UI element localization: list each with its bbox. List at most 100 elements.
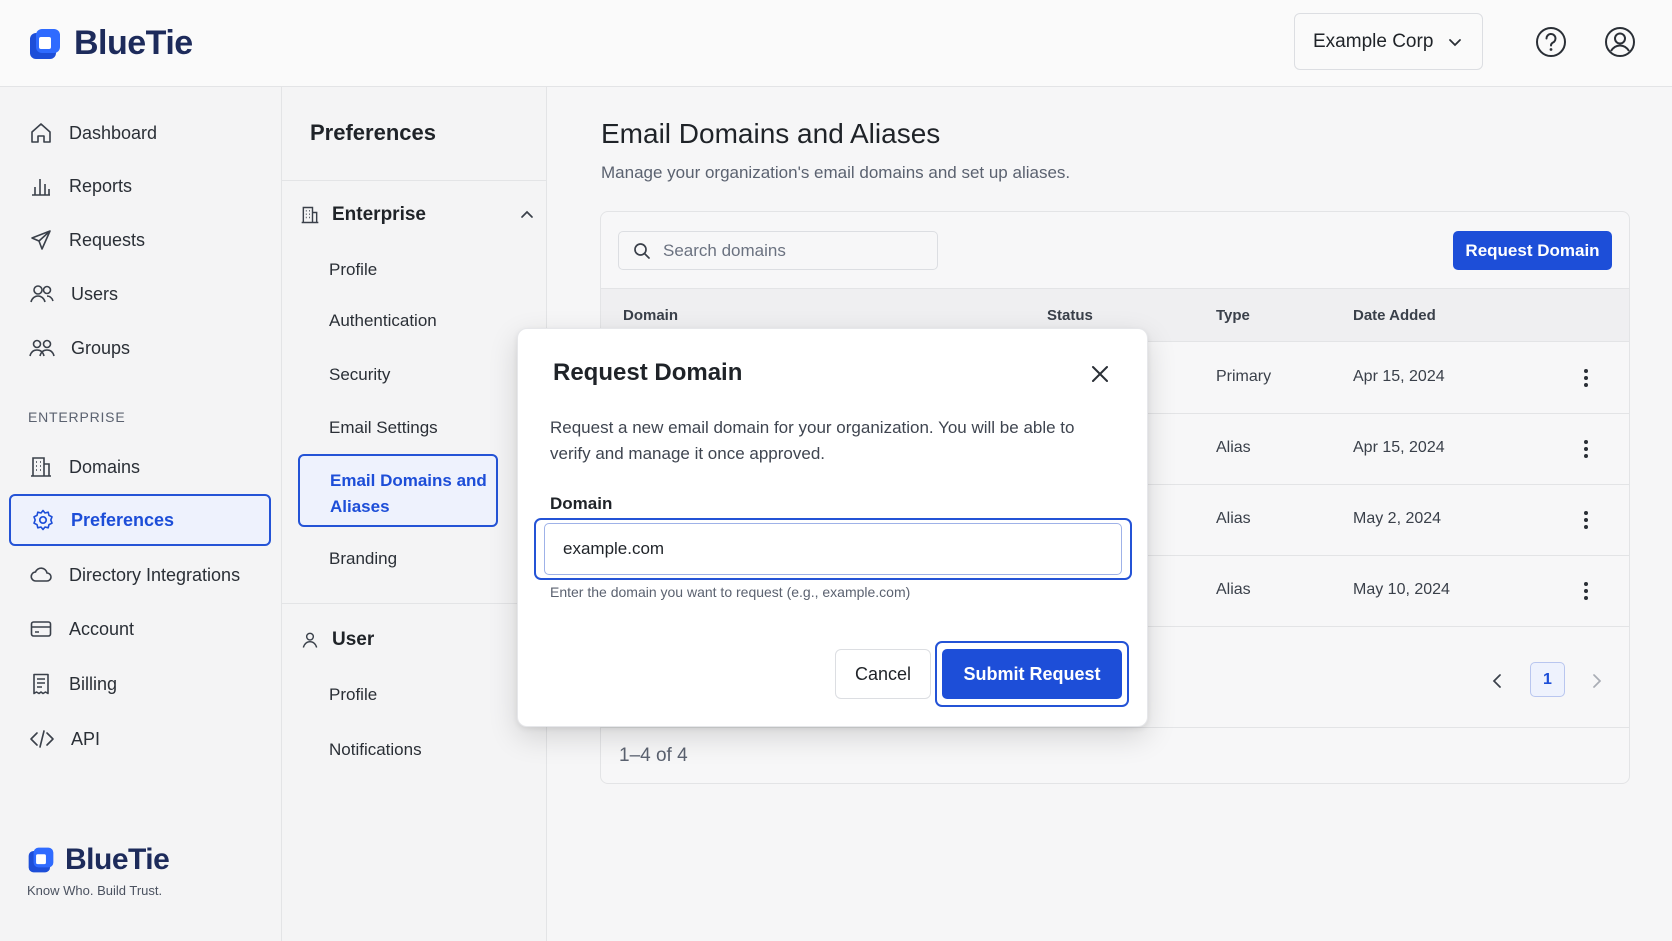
sidebar-item-label: Billing xyxy=(69,673,118,694)
sidebar-item-label: Requests xyxy=(69,229,146,250)
subnav-item-authentication[interactable]: Authentication xyxy=(329,311,437,331)
sidebar-item-reports[interactable]: Reports xyxy=(9,160,271,212)
cell-date-added: Apr 15, 2024 xyxy=(1353,439,1445,456)
sidebar-item-account[interactable]: Account xyxy=(9,603,271,655)
divider xyxy=(601,727,1629,728)
subnav-item-security[interactable]: Security xyxy=(329,365,390,385)
close-icon[interactable] xyxy=(1088,362,1112,386)
chevron-left-icon[interactable] xyxy=(1491,674,1503,688)
send-icon xyxy=(31,230,51,250)
sidebar-item-label: Account xyxy=(69,618,135,639)
account-icon[interactable] xyxy=(1603,25,1637,59)
sidebar-item-label: Directory Integrations xyxy=(69,564,241,585)
organization-name: Example Corp xyxy=(1313,30,1434,52)
submit-request-button[interactable]: Submit Request xyxy=(942,649,1122,699)
cell-type: Alias xyxy=(1216,510,1251,527)
sidebar-item-requests[interactable]: Requests xyxy=(9,214,271,266)
divider xyxy=(282,603,547,604)
subnav-item-notifications[interactable]: Notifications xyxy=(329,740,422,760)
sidebar-item-groups[interactable]: Groups xyxy=(9,322,271,374)
subnav-item-user-profile[interactable]: Profile xyxy=(329,685,377,705)
domain-input[interactable] xyxy=(544,523,1122,575)
footer-brand-name: BlueTie xyxy=(65,843,170,876)
building-icon xyxy=(31,457,51,477)
search-input[interactable]: Search domains xyxy=(618,231,938,270)
bar-chart-icon xyxy=(32,179,50,196)
sidebar-section-label: ENTERPRISE xyxy=(28,409,126,425)
more-options-icon[interactable] xyxy=(1583,580,1589,602)
subnav-group-label: Enterprise xyxy=(332,204,426,225)
request-domain-button[interactable]: Request Domain xyxy=(1453,231,1612,270)
page-title: Email Domains and Aliases xyxy=(601,118,941,149)
column-header-date-added[interactable]: Date Added xyxy=(1353,307,1436,324)
sidebar-item-api[interactable]: API xyxy=(9,713,271,765)
domain-field-label: Domain xyxy=(550,494,613,513)
building-icon xyxy=(301,206,319,224)
subnav-group-enterprise[interactable]: Enterprise xyxy=(300,197,535,233)
sidebar-item-preferences[interactable]: Preferences xyxy=(9,494,271,546)
column-header-type[interactable]: Type xyxy=(1216,307,1250,324)
sidebar-item-label: Users xyxy=(71,283,119,304)
sidebar-item-dashboard[interactable]: Dashboard xyxy=(9,107,271,159)
help-icon[interactable] xyxy=(1534,25,1568,59)
subnav-group-label: User xyxy=(332,629,375,650)
sidebar-item-directory-integrations[interactable]: Directory Integrations xyxy=(9,549,271,601)
submit-focus-ring: Submit Request xyxy=(935,641,1129,707)
pagination-page-button[interactable]: 1 xyxy=(1530,662,1565,697)
cell-type: Alias xyxy=(1216,581,1251,598)
column-header-status[interactable]: Status xyxy=(1047,307,1093,324)
sidebar-item-label: Dashboard xyxy=(69,122,158,143)
sidebar: Dashboard Reports Requests Users Groups … xyxy=(0,87,282,941)
sidebar-footer-brand: BlueTie Know Who. Build Trust. xyxy=(27,843,170,898)
subnav-group-user[interactable]: User xyxy=(300,622,535,658)
sidebar-item-label: API xyxy=(71,728,101,749)
request-domain-dialog: Request Domain Request a new email domai… xyxy=(517,328,1148,727)
receipt-icon xyxy=(33,673,49,695)
card-icon xyxy=(30,621,52,637)
user-icon xyxy=(302,632,318,648)
subnav-item-email-domains-and-aliases[interactable]: Email Domains and Aliases xyxy=(298,454,498,527)
dialog-title: Request Domain xyxy=(553,359,743,386)
chevron-up-icon xyxy=(521,210,533,218)
home-icon xyxy=(31,123,51,143)
more-options-icon[interactable] xyxy=(1583,367,1589,389)
brand-logo[interactable]: BlueTie xyxy=(28,24,193,63)
sidebar-item-label: Reports xyxy=(69,175,133,196)
bluetie-logo-icon xyxy=(30,28,60,59)
top-bar: BlueTie Example Corp xyxy=(0,0,1672,87)
column-header-domain[interactable]: Domain xyxy=(623,307,678,324)
pagination-count: 1–4 of 4 xyxy=(619,745,688,766)
footer-tagline: Know Who. Build Trust. xyxy=(27,883,163,898)
domain-field-focus-ring xyxy=(534,518,1132,580)
subnav-title: Preferences xyxy=(310,120,436,145)
subnav-item-branding[interactable]: Branding xyxy=(329,549,397,569)
bluetie-logo-icon xyxy=(28,847,54,873)
cell-type: Primary xyxy=(1216,368,1272,385)
sidebar-item-users[interactable]: Users xyxy=(9,268,271,320)
sidebar-item-domains[interactable]: Domains xyxy=(9,441,271,493)
sidebar-item-label: Preferences xyxy=(71,509,175,530)
cell-date-added: May 10, 2024 xyxy=(1353,581,1450,598)
divider xyxy=(282,180,547,181)
search-placeholder: Search domains xyxy=(663,240,786,260)
subnav-item-email-settings[interactable]: Email Settings xyxy=(329,418,438,438)
sidebar-item-label: Domains xyxy=(69,456,141,477)
more-options-icon[interactable] xyxy=(1583,509,1589,531)
more-options-icon[interactable] xyxy=(1583,438,1589,460)
code-icon xyxy=(30,730,54,748)
dialog-description: Request a new email domain for your orga… xyxy=(550,418,1075,463)
sidebar-item-label: Groups xyxy=(71,337,131,358)
cell-type: Alias xyxy=(1216,439,1251,456)
sidebar-item-billing[interactable]: Billing xyxy=(9,658,271,710)
cell-date-added: Apr 15, 2024 xyxy=(1353,368,1445,385)
subnav-item-profile[interactable]: Profile xyxy=(329,260,377,280)
domain-helper-text: Enter the domain you want to request (e.… xyxy=(550,584,911,600)
users-icon xyxy=(30,285,54,303)
cloud-icon xyxy=(30,567,52,582)
organization-selector[interactable]: Example Corp xyxy=(1294,13,1483,70)
brand-name: BlueTie xyxy=(74,24,193,62)
chevron-right-icon[interactable] xyxy=(1591,674,1603,688)
cancel-button[interactable]: Cancel xyxy=(835,649,931,699)
chevron-down-icon xyxy=(1449,38,1462,46)
group-icon xyxy=(29,339,55,357)
